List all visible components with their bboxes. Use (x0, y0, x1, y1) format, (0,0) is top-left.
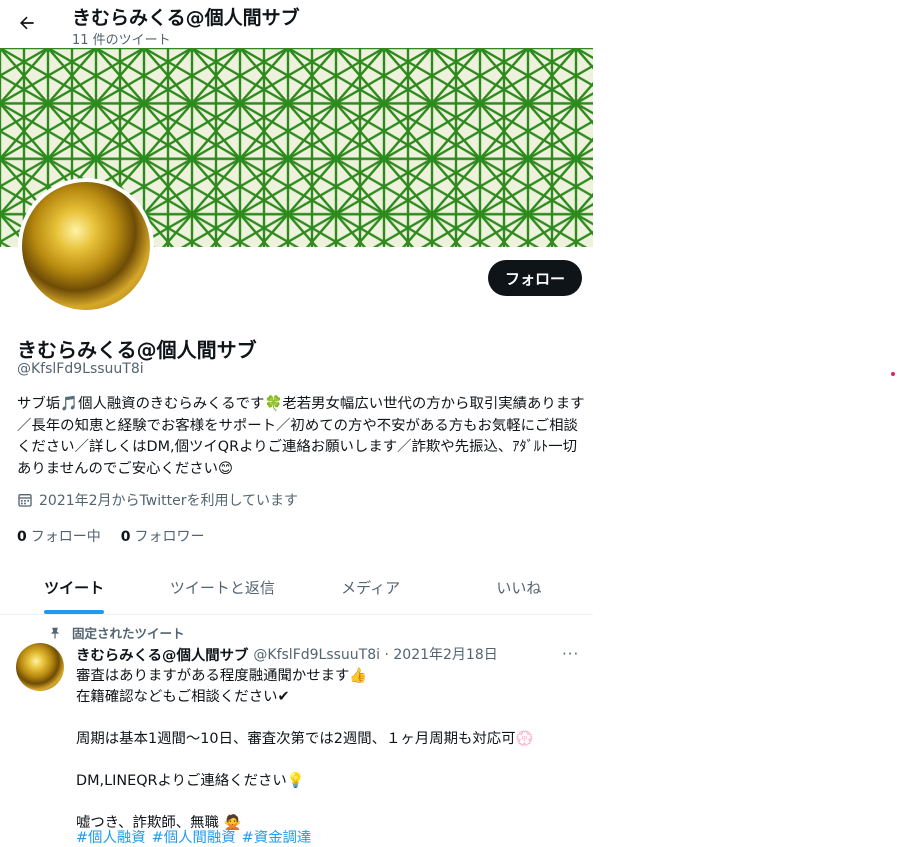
header-tweet-count: 11 件のツイート (72, 33, 171, 48)
hashtag-link[interactable]: #個人間融資 (152, 826, 236, 847)
tweet-hashtags: #個人融資 #個人間融資 #資金調達 (76, 826, 311, 847)
pinned-indicator: 固定されたツイート (48, 623, 185, 642)
stray-dot (891, 372, 895, 376)
hashtag-link[interactable]: #個人融資 (76, 826, 146, 847)
back-button[interactable] (14, 10, 40, 36)
more-icon[interactable]: ··· (562, 645, 579, 663)
arrow-left-icon (20, 16, 34, 30)
tweet-body: 審査はありますがある程度融通聞かせます👍 在籍確認などもご相談ください✔ 周期は… (76, 668, 534, 831)
follow-button[interactable]: フォロー (488, 260, 582, 296)
joined-text: 2021年2月からTwitterを利用しています (39, 493, 299, 509)
following-link[interactable]: 0 フォロー中 (17, 526, 101, 546)
profile-name: きむらみくる@個人間サブ (17, 338, 257, 362)
tweet-author-name[interactable]: きむらみくる@個人間サブ (76, 644, 248, 665)
profile-avatar[interactable] (18, 178, 154, 314)
profile-tabs: ツイート ツイートと返信 メディア いいね (0, 561, 593, 615)
tab-likes[interactable]: いいね (445, 561, 593, 614)
tab-tweets[interactable]: ツイート (0, 561, 148, 614)
hashtag-link[interactable]: #資金調達 (242, 826, 312, 847)
tab-media[interactable]: メディア (297, 561, 445, 614)
calendar-icon (18, 494, 32, 507)
tab-tweets-and-replies[interactable]: ツイートと返信 (148, 561, 296, 614)
header-title: きむらみくる@個人間サブ (72, 7, 300, 29)
pin-icon (50, 627, 60, 639)
tweet-meta[interactable]: @KfslFd9LssuuT8i · 2021年2月18日 (253, 644, 497, 665)
tweet-avatar[interactable] (16, 643, 64, 691)
joined-date: 2021年2月からTwitterを利用しています (17, 490, 298, 510)
profile-handle: @KfslFd9LssuuT8i (17, 361, 144, 377)
profile-bio: サブ垢🎵個人融資のきむらみくるです🍀老若男女幅広い世代の方から取引実績あります／… (17, 396, 585, 477)
top-header: きむらみくる@個人間サブ 11 件のツイート (0, 0, 593, 48)
follow-stats: 0 フォロー中 0 フォロワー (17, 526, 205, 546)
profile-column: きむらみくる@個人間サブ 11 件のツイート フォロー きむらみくる@個人間サブ… (0, 0, 593, 847)
followers-link[interactable]: 0 フォロワー (121, 526, 205, 546)
tweet-header: きむらみくる@個人間サブ @KfslFd9LssuuT8i · 2021年2月1… (76, 644, 498, 665)
